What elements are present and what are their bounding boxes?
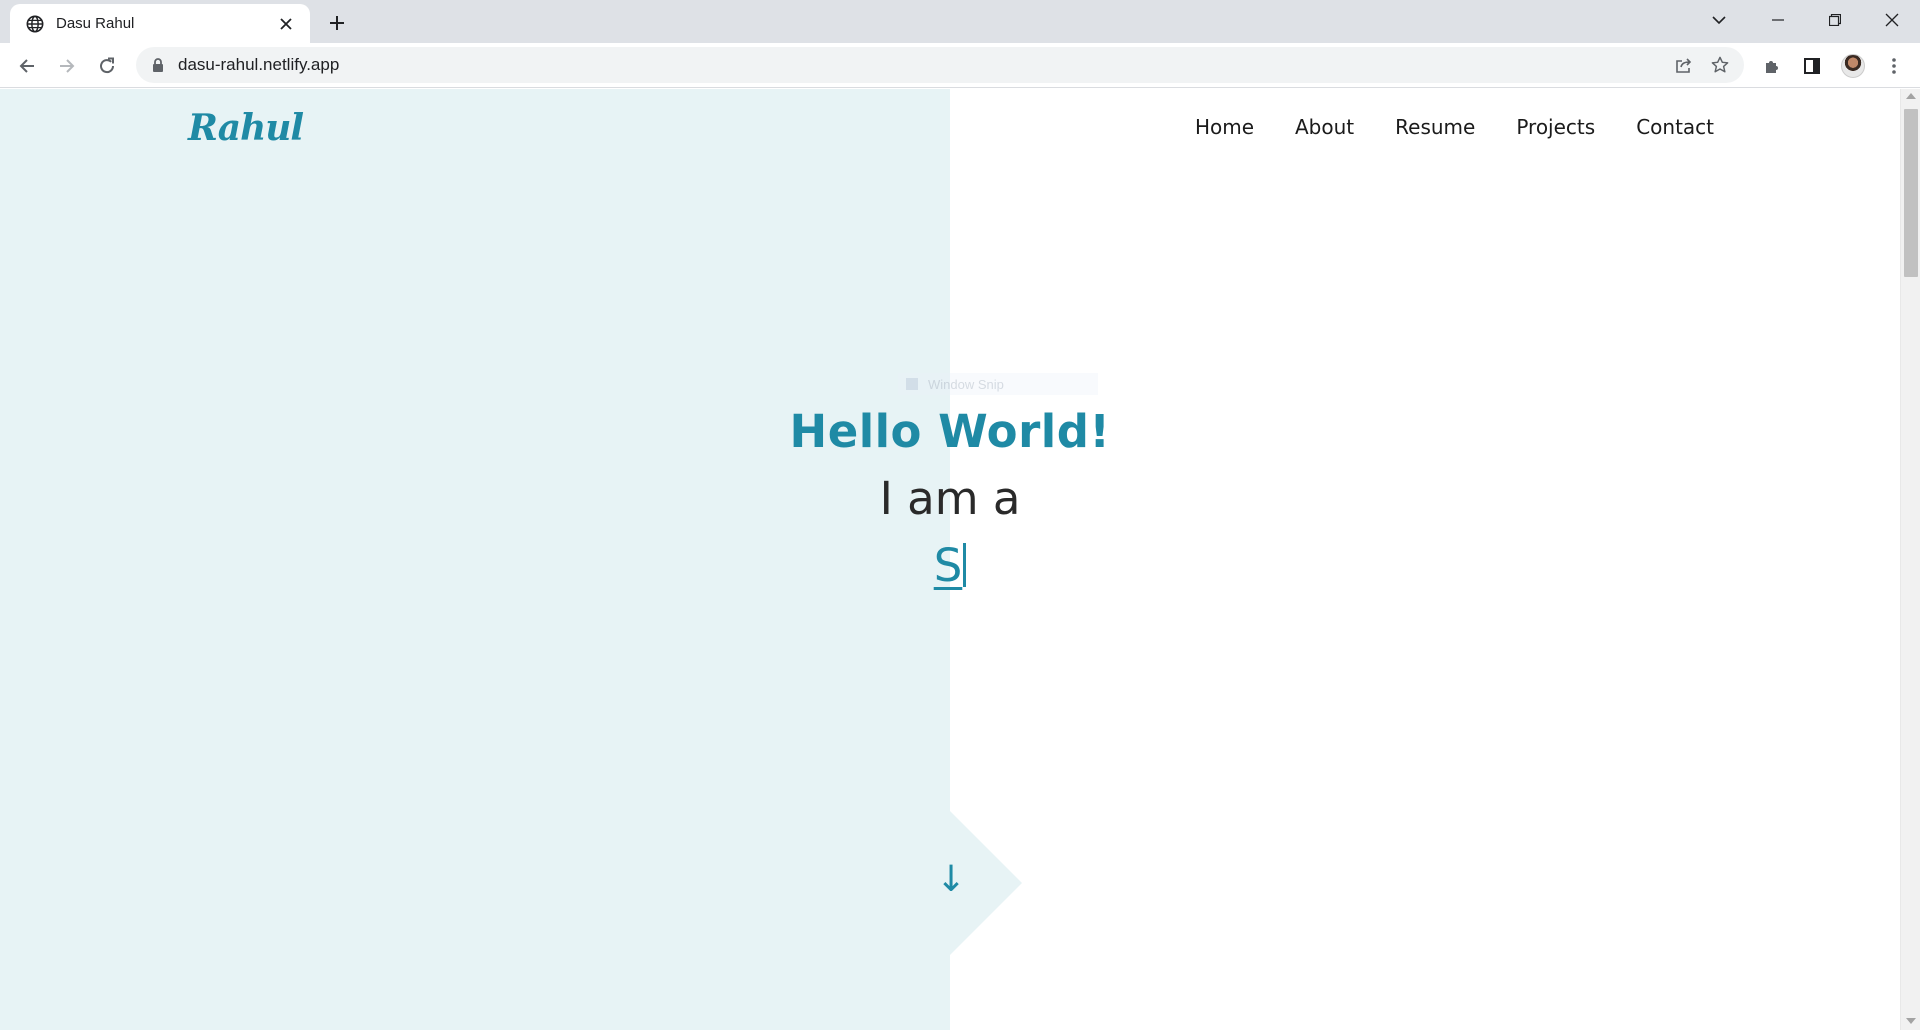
url-text: dasu-rahul.netlify.app: [178, 55, 340, 74]
forward-icon[interactable]: [50, 49, 84, 83]
hero-intro: I am a: [879, 472, 1021, 525]
site-logo[interactable]: Rahul: [188, 107, 304, 149]
snip-tooltip-text: Window Snip: [928, 376, 1004, 392]
star-icon[interactable]: [1702, 47, 1738, 83]
close-window-button[interactable]: [1863, 0, 1920, 40]
nav-about[interactable]: About: [1295, 115, 1354, 139]
hero-greeting: Hello World!: [789, 405, 1111, 458]
profile-avatar[interactable]: [1835, 48, 1871, 84]
scroll-down-arrow-icon[interactable]: ↓: [936, 859, 966, 900]
tab-strip: Dasu Rahul: [0, 0, 1920, 43]
close-tab-icon[interactable]: [274, 12, 298, 36]
page-scrollbar[interactable]: [1900, 89, 1920, 1030]
hero-typed-line: S: [0, 539, 1900, 592]
nav-resume[interactable]: Resume: [1395, 115, 1475, 139]
side-panel-icon[interactable]: [1794, 48, 1830, 84]
menu-icon[interactable]: [1876, 48, 1912, 84]
avatar: [1841, 54, 1865, 78]
share-icon[interactable]: [1666, 47, 1702, 83]
window-controls: [1749, 0, 1920, 40]
tab-title: Dasu Rahul: [56, 15, 135, 32]
back-icon[interactable]: [10, 49, 44, 83]
nav-home[interactable]: Home: [1195, 115, 1254, 139]
extensions-icon[interactable]: [1754, 48, 1790, 84]
snip-tooltip-ghost: Window Snip: [898, 373, 1098, 395]
browser-tab[interactable]: Dasu Rahul: [10, 4, 310, 43]
main-nav: Home About Resume Projects Contact: [1195, 115, 1714, 139]
lock-icon[interactable]: [150, 57, 166, 73]
restore-button[interactable]: [1806, 0, 1863, 40]
scroll-down-small-arrow-icon[interactable]: [1906, 1018, 1916, 1024]
nav-projects[interactable]: Projects: [1516, 115, 1595, 139]
tab-search-chevron-icon[interactable]: [1702, 4, 1736, 36]
browser-toolbar: dasu-rahul.netlify.app: [0, 43, 1920, 88]
snip-icon: [906, 378, 918, 390]
address-bar[interactable]: dasu-rahul.netlify.app: [136, 47, 1744, 83]
scrollbar-thumb[interactable]: [1904, 109, 1918, 277]
nav-contact[interactable]: Contact: [1636, 115, 1714, 139]
minimize-button[interactable]: [1749, 0, 1806, 40]
reload-icon[interactable]: [90, 49, 124, 83]
globe-icon: [24, 13, 46, 35]
new-tab-button[interactable]: [322, 8, 352, 38]
typed-text: S: [933, 539, 963, 592]
page-viewport: Rahul Home About Resume Projects Contact…: [0, 89, 1900, 1030]
scroll-up-arrow-icon[interactable]: [1906, 93, 1916, 99]
typing-caret: [963, 543, 967, 587]
